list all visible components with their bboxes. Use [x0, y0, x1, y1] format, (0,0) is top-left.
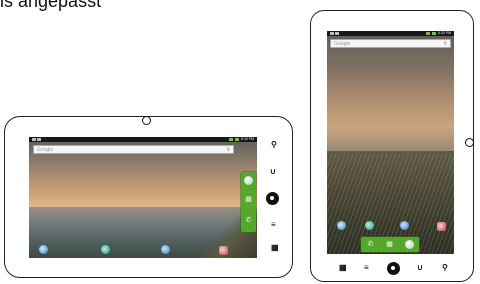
- status-time: 6:30 PM: [437, 31, 451, 35]
- market-icon[interactable]: [400, 221, 409, 230]
- volume-icon[interactable]: ▦: [271, 244, 279, 252]
- tablet-landscape: 6:30 PM Google ⚲ ▦ ✆ ⚲ ∪ ≡ ▦: [4, 116, 293, 278]
- market-icon[interactable]: [161, 245, 170, 254]
- phone-icon[interactable]: ✆: [244, 217, 253, 224]
- maps-icon[interactable]: [365, 221, 374, 230]
- signal-icon: [425, 32, 430, 35]
- mail-icon[interactable]: [437, 222, 446, 231]
- notification-icon: [335, 32, 339, 35]
- home-icon[interactable]: [266, 192, 279, 205]
- battery-icon: [234, 138, 239, 141]
- landscape-dock: ▦ ✆: [241, 172, 256, 232]
- landscape-search-bar[interactable]: Google ⚲: [33, 145, 234, 154]
- search-placeholder: Google: [334, 40, 351, 47]
- notification-icon: [37, 138, 41, 141]
- browser-icon[interactable]: [39, 245, 48, 254]
- compass-icon[interactable]: [244, 176, 253, 185]
- home-icon[interactable]: [387, 262, 400, 275]
- compass-icon[interactable]: [405, 240, 414, 249]
- app-grid-icon[interactable]: ▦: [385, 241, 394, 248]
- portrait-status-bar: 6:30 PM: [327, 31, 454, 36]
- phone-icon[interactable]: ✆: [366, 241, 375, 248]
- mail-icon[interactable]: [219, 246, 228, 255]
- portrait-search-bar[interactable]: Google ⚲: [330, 39, 451, 48]
- landscape-screen: 6:30 PM Google ⚲ ▦ ✆: [29, 137, 257, 258]
- notification-icon: [32, 138, 36, 141]
- volume-icon[interactable]: ▦: [339, 264, 347, 272]
- maps-icon[interactable]: [101, 245, 110, 254]
- tablet-portrait: 6:30 PM Google ⚲ ✆ ▦ ▦ ≡ ∪ ⚲: [310, 10, 474, 282]
- search-placeholder: Google: [37, 146, 54, 153]
- search-key-icon[interactable]: ⚲: [271, 141, 277, 149]
- camera-icon: [142, 116, 151, 125]
- back-icon[interactable]: ∪: [417, 264, 423, 272]
- search-key-icon[interactable]: ⚲: [442, 264, 448, 272]
- search-icon[interactable]: ⚲: [443, 41, 447, 47]
- camera-icon: [465, 138, 474, 147]
- battery-icon: [431, 32, 436, 35]
- portrait-screen: 6:30 PM Google ⚲ ✆ ▦: [327, 31, 454, 254]
- menu-icon[interactable]: ≡: [271, 221, 276, 229]
- notification-icon: [330, 32, 334, 35]
- portrait-dock: ✆ ▦: [361, 237, 419, 252]
- search-icon[interactable]: ⚲: [226, 147, 230, 153]
- status-time: 6:30 PM: [240, 137, 254, 141]
- caption: ls angepasst: [0, 0, 102, 11]
- portrait-wallpaper-sky: [327, 31, 454, 151]
- menu-icon[interactable]: ≡: [364, 264, 369, 272]
- signal-icon: [228, 138, 233, 141]
- browser-icon[interactable]: [337, 221, 346, 230]
- back-icon[interactable]: ∪: [270, 168, 276, 176]
- landscape-status-bar: 6:30 PM: [29, 137, 257, 142]
- app-grid-icon[interactable]: ▦: [244, 196, 253, 203]
